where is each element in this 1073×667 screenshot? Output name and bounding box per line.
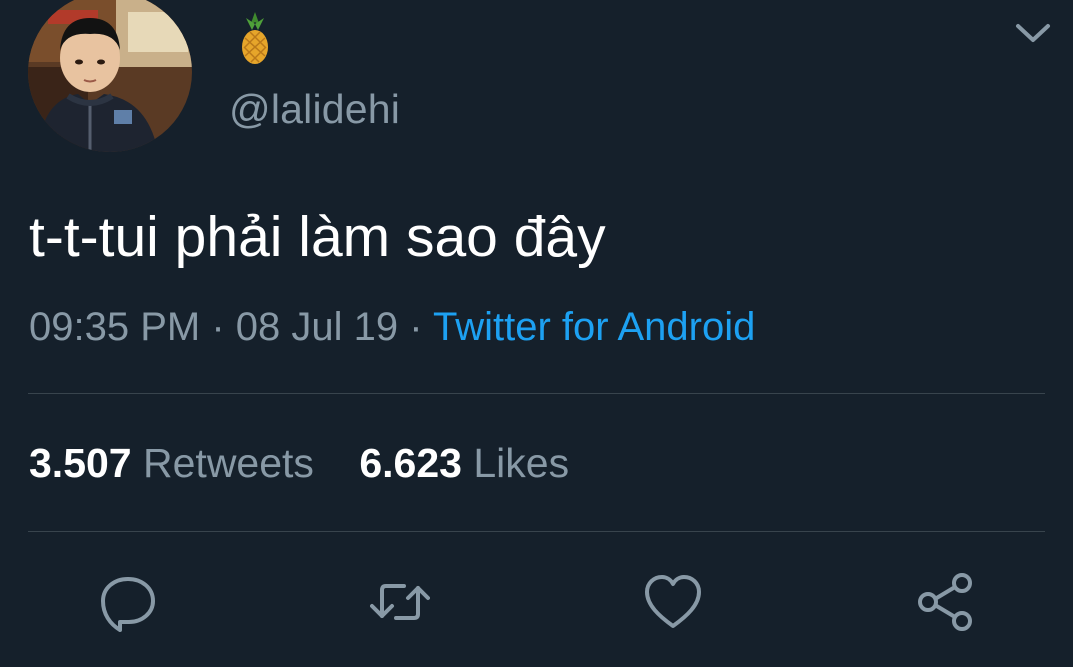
divider (28, 393, 1045, 394)
heart-icon (645, 575, 701, 628)
share-icon (918, 573, 972, 631)
share-button[interactable] (916, 572, 976, 632)
reply-button[interactable] (98, 572, 158, 632)
like-button[interactable] (643, 572, 703, 632)
tweet-date: 08 Jul 19 (235, 305, 399, 349)
retweets-stat[interactable]: 3.507 Retweets (29, 440, 314, 487)
likes-label: Likes (473, 440, 570, 486)
retweet-icon (370, 584, 430, 620)
retweet-button[interactable] (370, 572, 430, 632)
tweet-time: 09:35 PM (29, 305, 201, 349)
tweet-meta: 09:35 PM · 08 Jul 19 · Twitter for Andro… (29, 305, 755, 350)
tweet-text: t-t-tui phải làm sao đây (29, 205, 606, 269)
reply-icon (101, 577, 155, 632)
tweet-stats: 3.507 Retweets 6.623 Likes (29, 440, 569, 487)
retweets-label: Retweets (143, 440, 314, 486)
chevron-down-icon[interactable] (1012, 18, 1054, 48)
author-handle[interactable]: @lalidehi (229, 86, 400, 133)
display-name-pineapple-emoji (238, 10, 272, 66)
likes-count: 6.623 (359, 440, 462, 486)
avatar[interactable] (28, 0, 192, 152)
tweet-source-link[interactable]: Twitter for Android (433, 305, 755, 349)
tweet-detail: @lalidehi t-t-tui phải làm sao đây 09:35… (0, 0, 1073, 667)
pineapple-icon (242, 12, 268, 64)
meta-separator: · (409, 305, 423, 349)
retweets-count: 3.507 (29, 440, 132, 486)
likes-stat[interactable]: 6.623 Likes (359, 440, 569, 487)
meta-separator: · (211, 305, 225, 349)
divider (28, 531, 1045, 532)
